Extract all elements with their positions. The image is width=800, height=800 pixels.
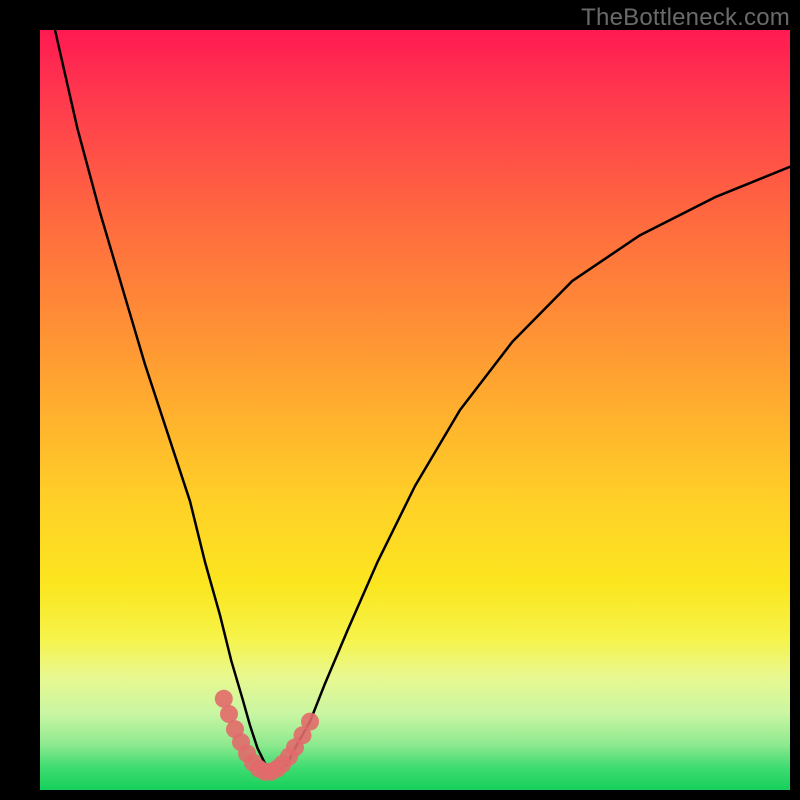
plot-area: [40, 30, 790, 790]
bottleneck-curve: [55, 30, 790, 771]
highlight-markers: [215, 690, 319, 781]
chart-frame: TheBottleneck.com: [0, 0, 800, 800]
curve-svg: [40, 30, 790, 790]
watermark-text: TheBottleneck.com: [581, 4, 790, 32]
highlight-marker: [301, 713, 319, 731]
